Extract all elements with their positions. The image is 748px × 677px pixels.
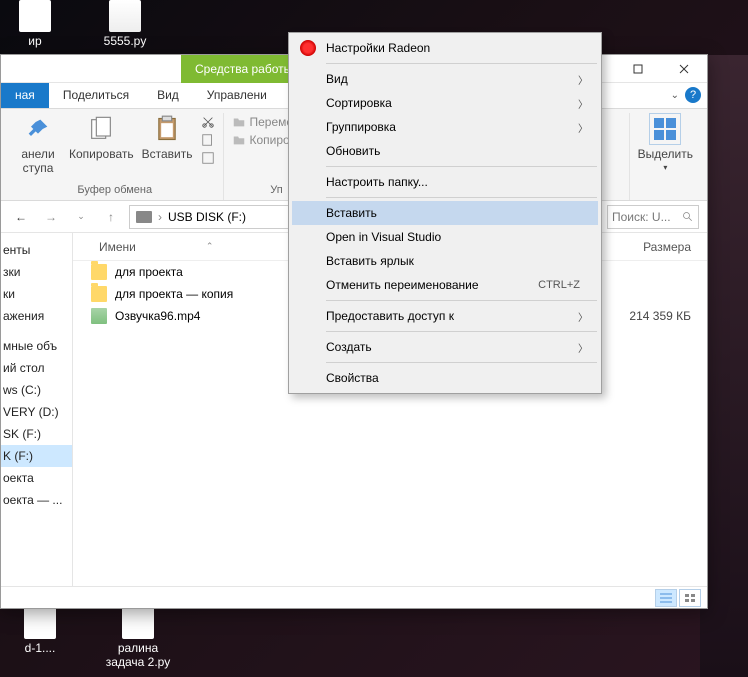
- ctx-open-vs[interactable]: Open in Visual Studio: [292, 225, 598, 249]
- chevron-right-icon: 〉: [578, 72, 588, 87]
- folder-icon: [91, 286, 107, 302]
- nav-item[interactable]: ий стол: [1, 357, 72, 379]
- nav-item[interactable]: мные объ: [1, 335, 72, 357]
- chevron-right-icon: 〉: [578, 120, 588, 135]
- separator: [326, 63, 597, 64]
- forward-button[interactable]: →: [39, 205, 63, 229]
- desktop-icon-label: задача 2.ру: [106, 655, 170, 669]
- chevron-right-icon: 〉: [578, 340, 588, 355]
- ctx-share-access[interactable]: Предоставить доступ к〉: [292, 304, 598, 328]
- tab-manage[interactable]: Управлени: [193, 83, 281, 108]
- chevron-down-icon[interactable]: ⌄: [671, 90, 679, 101]
- desktop-icon[interactable]: d-1....: [5, 603, 75, 669]
- paste-button[interactable]: Вставить: [142, 113, 193, 161]
- desktop-icon-label: d-1....: [25, 641, 56, 655]
- copy-path-button[interactable]: [201, 133, 215, 147]
- nav-item[interactable]: VERY (D:): [1, 401, 72, 423]
- tab-share[interactable]: Поделиться: [49, 83, 143, 108]
- ribbon-group-label: Буфер обмена: [77, 182, 152, 200]
- chevron-right-icon: 〉: [578, 96, 588, 111]
- folder-icon: [91, 264, 107, 280]
- view-icons-button[interactable]: [679, 589, 701, 607]
- chevron-down-icon: ▾: [663, 163, 667, 172]
- ctx-paste-shortcut[interactable]: Вставить ярлык: [292, 249, 598, 273]
- nav-item[interactable]: ажения: [1, 305, 72, 327]
- back-button[interactable]: ←: [9, 205, 33, 229]
- file-name: Озвучка96.mp4: [115, 309, 200, 323]
- ctx-undo-rename[interactable]: Отменить переименованиеCTRL+Z: [292, 273, 598, 297]
- sort-caret-icon: ⌃: [206, 241, 214, 252]
- ctx-sort[interactable]: Сортировка〉: [292, 91, 598, 115]
- desktop-icon[interactable]: ралина задача 2.ру: [103, 603, 173, 669]
- maximize-button[interactable]: [615, 55, 661, 83]
- pin-icon: [22, 113, 54, 145]
- desktop-icon[interactable]: ир: [5, 0, 65, 50]
- nav-item[interactable]: [1, 327, 72, 335]
- select-button[interactable]: Выделить ▾: [638, 113, 693, 172]
- ctx-paste[interactable]: Вставить: [292, 201, 598, 225]
- close-button[interactable]: [661, 55, 707, 83]
- nav-item[interactable]: SK (F:): [1, 423, 72, 445]
- ctx-refresh[interactable]: Обновить: [292, 139, 598, 163]
- desktop-icon-label: 5555.py: [104, 34, 147, 48]
- ctx-radeon[interactable]: Настройки Radeon: [292, 36, 598, 60]
- nav-item[interactable]: енты: [1, 239, 72, 261]
- nav-item[interactable]: ws (C:): [1, 379, 72, 401]
- desktop-icons-bottom: d-1.... ралина задача 2.ру: [0, 603, 173, 669]
- pin-panel-button[interactable]: анели ступа: [15, 113, 61, 175]
- cut-button[interactable]: [201, 115, 215, 129]
- recent-dropdown[interactable]: ⌄: [69, 205, 93, 229]
- ctx-create[interactable]: Создать〉: [292, 335, 598, 359]
- file-name: для проекта: [115, 265, 183, 279]
- nav-item[interactable]: зки: [1, 261, 72, 283]
- help-icon[interactable]: ?: [685, 87, 701, 103]
- nav-item[interactable]: оекта: [1, 467, 72, 489]
- file-size: 214 359 КБ: [607, 309, 707, 323]
- column-name[interactable]: Имени: [99, 240, 136, 254]
- nav-item[interactable]: оекта — ...: [1, 489, 72, 511]
- search-icon: [682, 211, 694, 223]
- chevron-right-icon: 〉: [578, 309, 588, 324]
- clipboard-extra: [201, 113, 215, 165]
- clipboard-icon: [151, 113, 183, 145]
- video-icon: [91, 308, 107, 324]
- desktop-icon[interactable]: 5555.py: [95, 0, 155, 50]
- column-size[interactable]: Размера: [607, 240, 707, 254]
- separator: [326, 331, 597, 332]
- drive-icon: [136, 211, 152, 223]
- file-name: для проекта — копия: [115, 287, 233, 301]
- nav-item[interactable]: ки: [1, 283, 72, 305]
- ctx-group[interactable]: Группировка〉: [292, 115, 598, 139]
- status-bar: [1, 586, 707, 608]
- separator: [326, 300, 597, 301]
- radeon-icon: [300, 40, 316, 56]
- separator: [326, 362, 597, 363]
- separator: [326, 166, 597, 167]
- python-file-icon: [109, 0, 141, 32]
- paste-shortcut-button[interactable]: [201, 151, 215, 165]
- ctx-properties[interactable]: Свойства: [292, 366, 598, 390]
- separator: [326, 197, 597, 198]
- desktop-icon-label: ир: [28, 34, 41, 48]
- nav-pane[interactable]: ентызкикиажения мные объий столws (C:)VER…: [1, 233, 73, 586]
- desktop-icon-label: ралина: [118, 641, 158, 655]
- copy-icon: [85, 113, 117, 145]
- nav-item[interactable]: K (F:): [1, 445, 72, 467]
- copy-button[interactable]: Копировать: [69, 113, 134, 161]
- address-path: USB DISK (F:): [168, 210, 246, 224]
- select-all-icon: [649, 113, 681, 145]
- shortcut-label: CTRL+Z: [538, 279, 580, 291]
- tab-file[interactable]: ная: [1, 83, 49, 108]
- up-button[interactable]: ↑: [99, 205, 123, 229]
- context-menu: Настройки Radeon Вид〉 Сортировка〉 Группи…: [288, 32, 602, 394]
- view-details-button[interactable]: [655, 589, 677, 607]
- ctx-customize-folder[interactable]: Настроить папку...: [292, 170, 598, 194]
- file-icon: [19, 0, 51, 32]
- ribbon-group-label: Уп: [270, 182, 282, 200]
- search-placeholder: Поиск: U...: [612, 210, 671, 224]
- tab-view[interactable]: Вид: [143, 83, 193, 108]
- search-input[interactable]: Поиск: U...: [607, 205, 699, 229]
- ctx-view[interactable]: Вид〉: [292, 67, 598, 91]
